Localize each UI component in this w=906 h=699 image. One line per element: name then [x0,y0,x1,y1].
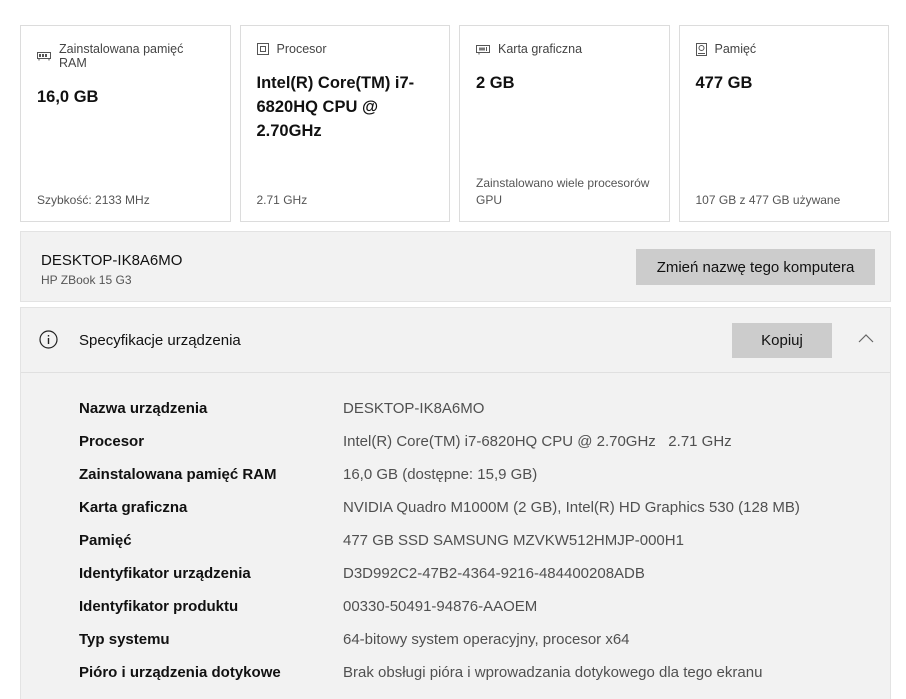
spec-row-ram: Zainstalowana pamięć RAM 16,0 GB (dostęp… [21,460,890,493]
card-footer: Szybkość: 2133 MHz [37,193,150,207]
chevron-up-icon[interactable] [857,330,875,348]
spec-row-device-name: Nazwa urządzenia DESKTOP-IK8A6MO [21,394,890,427]
storage-icon [695,42,707,56]
device-name-bar: DESKTOP-IK8A6MO HP ZBook 15 G3 Zmień naz… [20,231,891,302]
spec-value: Intel(R) Core(TM) i7-6820HQ CPU @ 2.70GH… [343,433,732,450]
summary-cards: Zainstalowana pamięć RAM 16,0 GB Szybkoś… [20,25,889,222]
device-model: HP ZBook 15 G3 [41,273,132,287]
spec-label: Karta graficzna [79,499,188,516]
spec-value: NVIDIA Quadro M1000M (2 GB), Intel(R) HD… [343,499,800,516]
spec-title: Specyfikacje urządzenia [79,332,241,349]
card-footer: 2.71 GHz [256,193,308,207]
ram-card: Zainstalowana pamięć RAM 16,0 GB Szybkoś… [20,25,231,222]
spec-label: Zainstalowana pamięć RAM [79,466,277,483]
spec-value: DESKTOP-IK8A6MO [343,400,485,417]
storage-card: Pamięć 477 GB 107 GB z 477 GB używane [678,25,889,222]
card-footer: 107 GB z 477 GB używane [695,193,841,207]
card-label: Karta graficzna [498,42,583,56]
processor-icon [256,43,269,55]
graphics-card: Karta graficzna 2 GB Zainstalowano wiele… [459,25,670,222]
processor-card: Procesor Intel(R) Core(TM) i7-6820HQ CPU… [239,25,450,222]
card-label: Procesor [276,42,327,56]
spec-label: Pióro i urządzenia dotykowe [79,664,281,681]
spec-label: Procesor [79,433,145,450]
spec-row-product-id: Identyfikator produktu 00330-50491-94876… [21,592,890,625]
spec-label: Pamięć [79,532,132,549]
graphics-card-icon [476,44,490,54]
card-footer: Zainstalowano wiele procesorów GPU [476,176,650,207]
card-value: 477 GB [695,74,753,92]
spec-row-pen-touch: Pióro i urządzenia dotykowe Brak obsługi… [21,658,890,691]
spec-value: D3D992C2-47B2-4364-9216-484400208ADB [343,565,645,582]
device-specifications-panel: Specyfikacje urządzenia Kopiuj Nazwa urz… [20,307,891,699]
spec-row-processor: Procesor Intel(R) Core(TM) i7-6820HQ CPU… [21,427,890,460]
device-name: DESKTOP-IK8A6MO [41,252,183,269]
spec-row-device-id: Identyfikator urządzenia D3D992C2-47B2-4… [21,559,890,592]
card-value: 2 GB [476,74,515,92]
system-about-page: Zainstalowana pamięć RAM 16,0 GB Szybkoś… [0,0,906,699]
spec-value: 16,0 GB (dostępne: 15,9 GB) [343,466,538,483]
info-icon [39,330,58,349]
card-label: Pamięć [714,42,757,56]
spec-value: 477 GB SSD SAMSUNG MZVKW512HMJP-000H1 [343,532,684,549]
spec-header[interactable]: Specyfikacje urządzenia Kopiuj [21,308,890,373]
spec-label: Nazwa urządzenia [79,400,208,417]
card-label: Zainstalowana pamięć RAM [59,42,184,70]
spec-row-storage: Pamięć 477 GB SSD SAMSUNG MZVKW512HMJP-0… [21,526,890,559]
spec-label: Identyfikator produktu [79,598,239,615]
spec-label: Typ systemu [79,631,170,648]
spec-value: Brak obsługi pióra i wprowadzania dotyko… [343,664,763,681]
spec-row-system-type: Typ systemu 64-bitowy system operacyjny,… [21,625,890,658]
copy-button[interactable]: Kopiuj [732,323,832,358]
spec-value: 00330-50491-94876-AAOEM [343,598,538,615]
ram-icon [37,52,51,61]
card-value: 16,0 GB [37,88,99,106]
spec-row-graphics: Karta graficzna NVIDIA Quadro M1000M (2 … [21,493,890,526]
card-value: Intel(R) Core(TM) i7-6820HQ CPU @ 2.70GH… [256,74,415,140]
spec-value: 64-bitowy system operacyjny, procesor x6… [343,631,630,648]
spec-rows: Nazwa urządzenia DESKTOP-IK8A6MO Proceso… [21,394,890,691]
rename-computer-button[interactable]: Zmień nazwę tego komputera [636,249,875,285]
spec-label: Identyfikator urządzenia [79,565,251,582]
